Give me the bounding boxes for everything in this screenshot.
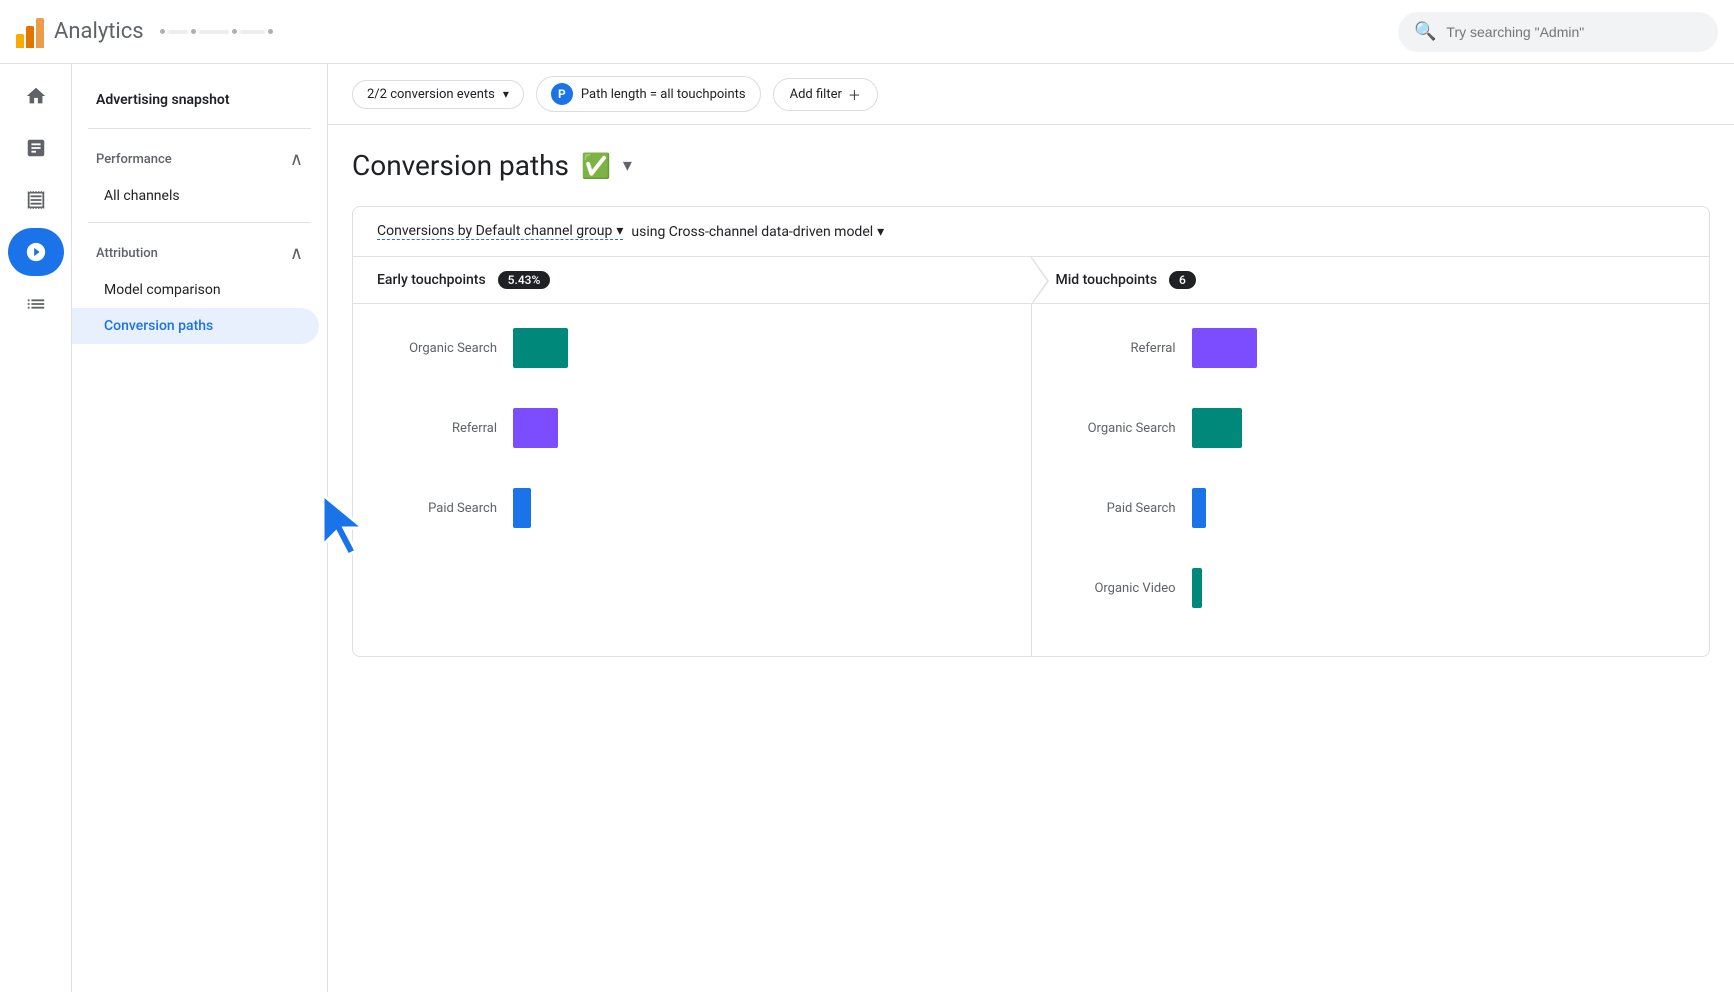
status-check-icon: ✅: [581, 152, 611, 180]
mid-badge: 6: [1169, 271, 1196, 289]
bar-label: Organic Video: [1056, 581, 1176, 596]
bar-fill-referral-mid: [1192, 328, 1257, 368]
bar-row-referral-early: Referral: [377, 408, 1007, 448]
icon-sidebar: [0, 64, 72, 992]
bar-label: Organic Search: [377, 341, 497, 356]
mid-touchpoints-header: Mid touchpoints 6: [1032, 257, 1710, 304]
chart-panel: Conversions by Default channel group ▾ u…: [352, 206, 1710, 657]
bar-row-paid-search-early: Paid Search: [377, 488, 1007, 528]
toolbar: 2/2 conversion events ▾ P Path length = …: [328, 64, 1734, 125]
chart-header: Conversions by Default channel group ▾ u…: [353, 207, 1709, 257]
page-title: Conversion paths: [352, 149, 569, 182]
bar-container: [1192, 328, 1257, 368]
tp-header-mid: Mid touchpoints 6: [1032, 257, 1710, 304]
bar-container: [513, 408, 558, 448]
bar-label: Organic Search: [1056, 421, 1176, 436]
bar-row-organic-search-mid: Organic Search: [1056, 408, 1686, 448]
bar-fill-organic-search-early: [513, 328, 568, 368]
nav-item-conversion-paths[interactable]: Conversion paths: [72, 308, 319, 344]
model-dropdown[interactable]: using Cross-channel data-driven model ▾: [631, 224, 884, 240]
bar-container: [513, 488, 531, 528]
early-touchpoints-header: Early touchpoints 5.43%: [353, 257, 1031, 304]
conversion-events-filter[interactable]: 2/2 conversion events ▾: [352, 80, 524, 109]
nav-item-all-channels[interactable]: All channels: [72, 178, 327, 214]
charts-container: Early touchpoints 5.43% Organic Search: [353, 257, 1709, 656]
title-dropdown-button[interactable]: ▾: [623, 155, 632, 176]
app-title: Analytics: [54, 19, 144, 44]
bar-container: [1192, 568, 1202, 608]
add-filter-button[interactable]: Add filter ＋: [773, 78, 878, 111]
bar-container: [1192, 408, 1242, 448]
chevron-down-icon-model: ▾: [877, 224, 884, 240]
search-icon: 🔍: [1414, 21, 1436, 42]
search-input[interactable]: [1446, 24, 1702, 40]
logo-bar-3: [36, 18, 44, 48]
main-content: 2/2 conversion events ▾ P Path length = …: [328, 64, 1734, 992]
bar-fill-organic-search-mid: [1192, 408, 1242, 448]
main-layout: Advertising snapshot Performance ∧ All c…: [0, 64, 1734, 992]
plus-icon: ＋: [848, 85, 861, 104]
bar-label: Referral: [377, 421, 497, 436]
p-badge: P: [551, 83, 573, 105]
sidebar-item-configure[interactable]: [8, 280, 64, 328]
nav-item-advertising-snapshot[interactable]: Advertising snapshot: [72, 80, 327, 120]
bar-row-paid-search-mid: Paid Search: [1056, 488, 1686, 528]
nav-section-performance[interactable]: Performance ∧: [72, 137, 327, 178]
page-title-row: Conversion paths ✅ ▾: [352, 149, 1710, 182]
nav-sidebar: Advertising snapshot Performance ∧ All c…: [72, 64, 328, 992]
bar-row-organic-search-early: Organic Search: [377, 328, 1007, 368]
bar-label: Paid Search: [1056, 501, 1176, 516]
sidebar-item-home[interactable]: [8, 72, 64, 120]
nav-divider-1: [88, 128, 311, 129]
sidebar-item-attribution[interactable]: [8, 228, 64, 276]
chevron-up-icon-2: ∧: [290, 243, 303, 264]
chevron-down-icon-title: ▾: [623, 155, 632, 176]
mid-bars-area: Referral Organic Search: [1032, 304, 1710, 632]
bar-container: [513, 328, 568, 368]
bar-fill-paid-search-early: [513, 488, 531, 528]
nav-section-attribution[interactable]: Attribution ∧: [72, 231, 327, 272]
bar-fill-paid-search-mid: [1192, 488, 1206, 528]
nav-divider-2: [88, 222, 311, 223]
logo-bar-2: [26, 26, 34, 48]
path-length-filter[interactable]: P Path length = all touchpoints: [536, 76, 761, 112]
mid-label: Mid touchpoints: [1056, 272, 1158, 288]
chevron-up-icon: ∧: [290, 149, 303, 170]
channel-group-dropdown[interactable]: Conversions by Default channel group ▾: [377, 223, 623, 240]
search-bar[interactable]: 🔍: [1398, 12, 1718, 52]
analytics-logo-icon: [16, 16, 44, 48]
bar-fill-referral-early: [513, 408, 558, 448]
page-content: Conversion paths ✅ ▾ Conversions by Defa…: [328, 125, 1734, 681]
sidebar-item-explore[interactable]: [8, 176, 64, 224]
bar-row-referral-mid: Referral: [1056, 328, 1686, 368]
bar-row-organic-video-mid: Organic Video: [1056, 568, 1686, 608]
bar-label: Paid Search: [377, 501, 497, 516]
mid-touchpoints-col: Mid touchpoints 6 Referral: [1032, 257, 1710, 656]
chevron-down-icon: ▾: [503, 87, 509, 101]
logo: Analytics: [16, 16, 144, 48]
tp-arrow-fill: [1031, 258, 1047, 304]
breadcrumb-dots: [160, 29, 273, 34]
logo-bar-1: [16, 34, 24, 48]
bar-container: [1192, 488, 1206, 528]
bar-label: Referral: [1056, 341, 1176, 356]
nav-item-model-comparison[interactable]: Model comparison: [72, 272, 327, 308]
early-bars-area: Organic Search Referral: [353, 304, 1031, 552]
header: Analytics 🔍: [0, 0, 1734, 64]
tp-header-early: Early touchpoints 5.43%: [353, 257, 1031, 304]
breadcrumb: [160, 29, 1382, 34]
early-touchpoints-col: Early touchpoints 5.43% Organic Search: [353, 257, 1032, 656]
early-label: Early touchpoints: [377, 272, 486, 288]
sidebar-item-reports[interactable]: [8, 124, 64, 172]
bar-fill-organic-video-mid: [1192, 568, 1202, 608]
chevron-down-icon-channel: ▾: [616, 223, 623, 239]
early-badge: 5.43%: [498, 271, 551, 289]
